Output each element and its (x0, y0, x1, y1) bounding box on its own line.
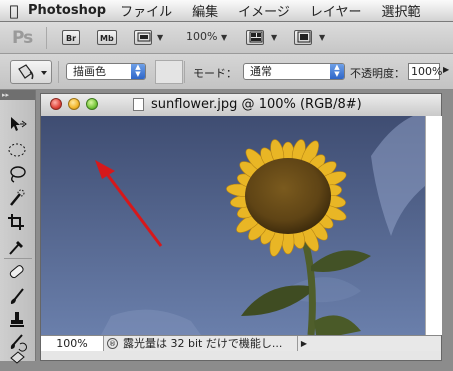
document-title: sunflower.jpg @ 100% (RGB/8#) (151, 97, 362, 112)
document-proxy-icon[interactable] (133, 98, 144, 111)
move-tool[interactable] (6, 114, 28, 134)
eyedropper-tool[interactable] (6, 236, 28, 256)
fill-source-value: 描画色 (73, 65, 106, 78)
zoom-field[interactable]: 100% (41, 336, 104, 351)
clone-stamp-tool[interactable] (6, 310, 28, 330)
tools-panel: ▸▸ (0, 90, 36, 364)
healing-brush-tool[interactable] (6, 262, 28, 282)
menu-image[interactable]: イメージ (238, 1, 290, 20)
opacity-slider-arrow-icon[interactable]: ▶ (443, 65, 449, 74)
opacity-field[interactable]: 100% (408, 63, 442, 80)
move-icon (11, 117, 27, 131)
document-window: sunflower.jpg @ 100% (RGB/8#) 100% ® 露光量… (40, 93, 442, 361)
quick-select-icon (10, 189, 25, 206)
arrange-documents-button[interactable] (246, 30, 264, 45)
screen-mode-icon (297, 31, 311, 43)
vertical-scrollbar[interactable] (425, 116, 442, 335)
panel-collapse-handle[interactable]: ▸▸ (0, 90, 35, 100)
chevron-down-icon[interactable]: ▼ (271, 33, 277, 42)
menu-edit[interactable]: 編集 (192, 1, 218, 20)
menu-select[interactable]: 選択範 (382, 1, 421, 20)
eraser-tool[interactable] (6, 348, 28, 368)
view-extras-button[interactable] (134, 30, 152, 45)
arrange-icon (249, 31, 263, 43)
pattern-picker[interactable] (155, 60, 183, 84)
zoom-button[interactable] (86, 98, 98, 110)
crop-icon (8, 214, 24, 230)
divider (58, 61, 59, 83)
close-button[interactable] (50, 98, 62, 110)
chevron-down-icon[interactable]: ▼ (319, 33, 325, 42)
minimize-button[interactable] (68, 98, 80, 110)
stepper-icon: ▲ ▼ (131, 64, 145, 79)
flower-center (245, 158, 331, 234)
marquee-tool[interactable] (6, 140, 28, 160)
menu-app-name[interactable]: Photoshop (28, 3, 106, 18)
apple-icon[interactable]:  (0, 2, 28, 20)
image-canvas[interactable] (41, 116, 425, 335)
launch-bridge-button[interactable]: Br (62, 30, 80, 45)
status-bar: 100% ® 露光量は 32 bit だけで機能し... ▶ (41, 335, 441, 351)
film-icon (137, 32, 151, 42)
eyedropper-icon (9, 241, 23, 255)
lasso-tool[interactable] (6, 164, 28, 184)
status-menu-arrow-icon[interactable]: ▶ (297, 336, 310, 351)
blend-mode-value: 通常 (250, 65, 272, 78)
launch-mini-bridge-button[interactable]: Mb (97, 30, 117, 45)
menu-layer[interactable]: レイヤー (310, 1, 362, 20)
ps-logo: Ps (12, 28, 33, 48)
healing-brush-icon (9, 265, 24, 279)
info-icon[interactable]: ® (107, 338, 118, 349)
paint-bucket-icon (18, 64, 47, 80)
divider (184, 61, 185, 83)
crop-tool[interactable] (6, 212, 28, 232)
document-titlebar[interactable]: sunflower.jpg @ 100% (RGB/8#) (41, 94, 441, 117)
opacity-label: 不透明度： (350, 67, 405, 80)
blend-mode-label: モード： (193, 67, 237, 80)
zoom-level-select[interactable]: 100% (186, 30, 217, 43)
tool-preset-picker[interactable] (10, 60, 52, 84)
eraser-icon (10, 351, 25, 364)
brush-icon (10, 288, 24, 304)
blend-mode-select[interactable]: 通常 ▲ ▼ (243, 63, 345, 80)
status-message: 露光量は 32 bit だけで機能し... (123, 337, 283, 350)
marquee-icon (8, 143, 26, 157)
divider (46, 27, 47, 49)
brush-tool[interactable] (6, 286, 28, 306)
clone-stamp-icon (10, 312, 24, 327)
chevron-down-icon[interactable]: ▼ (157, 33, 163, 42)
sunflower-photo (41, 116, 425, 335)
screen-mode-button[interactable] (294, 30, 312, 45)
fill-source-select[interactable]: 描画色 ▲ ▼ (66, 63, 146, 80)
stepper-icon: ▲ ▼ (330, 64, 344, 79)
quick-selection-tool[interactable] (6, 188, 28, 208)
menu-bar:  Photoshop ファイル 編集 イメージ レイヤー 選択範 (0, 0, 453, 22)
chevron-down-icon[interactable]: ▼ (221, 33, 227, 42)
lasso-icon (10, 166, 26, 183)
options-bar: 描画色 ▲ ▼ モード： 通常 ▲ ▼ 不透明度： 100% ▶ (0, 54, 453, 90)
menu-file[interactable]: ファイル (120, 1, 172, 20)
application-bar: Ps Br Mb ▼ 100% ▼ ▼ ▼ (0, 22, 453, 54)
divider (4, 258, 32, 259)
